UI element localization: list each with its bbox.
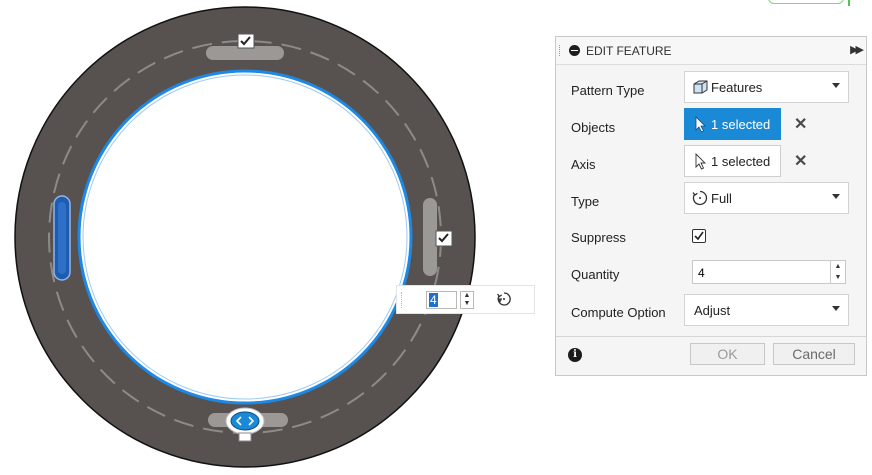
left-feature-handle[interactable] — [53, 195, 71, 281]
objects-label: Objects — [571, 120, 616, 135]
quantity-mini-toolbar: 4 ▲ ▼ ▼ — [396, 285, 535, 314]
suppress-checkbox[interactable] — [692, 229, 706, 243]
quantity-stepper[interactable]: ▲ ▼ — [830, 260, 846, 284]
dialog-grip[interactable] — [559, 45, 562, 56]
axis-label: Axis — [571, 157, 596, 172]
toolbar-grip[interactable] — [401, 292, 404, 308]
suppress-label: Suppress — [571, 230, 626, 245]
type-row: Type Full — [556, 182, 866, 220]
axis-row: Axis 1 selected ✕ — [556, 145, 866, 183]
suppress-row: Suppress — [556, 222, 866, 260]
double-chevron-right-icon[interactable]: ▶▶ — [850, 43, 864, 56]
compute-option-label: Compute Option — [571, 305, 666, 320]
pattern-type-label: Pattern Type — [571, 83, 645, 98]
mini-quantity-stepper[interactable]: ▲ ▼ — [460, 291, 474, 309]
feature-cube-icon — [693, 80, 708, 94]
objects-row: Objects 1 selected ✕ — [556, 108, 866, 146]
mini-quantity-value: 4 — [429, 293, 438, 307]
clear-axis-icon[interactable]: ✕ — [794, 151, 807, 171]
type-dropdown[interactable]: Full — [684, 182, 849, 214]
cancel-button[interactable]: Cancel — [773, 343, 855, 365]
chevron-down-icon — [832, 83, 840, 88]
edit-feature-dialog: EDIT FEATURE ▶▶ Pattern Type Features Ob… — [555, 36, 867, 376]
cursor-arrow-icon — [695, 116, 706, 133]
corner-indicator-tick — [848, 0, 850, 6]
full-circle-pattern-icon — [692, 190, 708, 206]
axis-value: 1 selected — [711, 154, 771, 169]
quantity-row: Quantity 4 ▲ ▼ — [556, 259, 866, 297]
pattern-type-row: Pattern Type Features — [556, 71, 866, 109]
cursor-arrow-icon — [695, 153, 707, 170]
full-circle-pattern-icon — [496, 292, 511, 306]
clear-objects-icon[interactable]: ✕ — [794, 114, 807, 134]
quantity-input[interactable]: 4 — [692, 260, 832, 284]
ok-button[interactable]: OK — [690, 343, 765, 365]
pattern-type-value: Features — [711, 80, 763, 95]
dialog-header[interactable]: EDIT FEATURE ▶▶ — [556, 37, 866, 65]
compute-option-row: Compute Option Adjust — [556, 294, 866, 332]
objects-select-button[interactable]: 1 selected — [684, 108, 781, 140]
objects-value: 1 selected — [711, 117, 771, 132]
collapse-icon[interactable] — [569, 45, 580, 56]
compute-option-value: Adjust — [694, 303, 731, 318]
corner-indicator — [768, 0, 844, 4]
check-icon — [694, 231, 704, 241]
chevron-down-icon — [832, 194, 840, 199]
pattern-type-dropdown[interactable]: Features — [684, 71, 849, 103]
quantity-label: Quantity — [571, 267, 620, 282]
dialog-footer: i OK Cancel — [556, 336, 866, 375]
type-label: Type — [571, 194, 600, 209]
mini-quantity-input[interactable]: 4 — [426, 291, 457, 309]
type-value: Full — [711, 191, 732, 206]
ring-hole-inner-edge — [82, 74, 408, 400]
mini-type-dropdown[interactable]: ▼ — [496, 291, 511, 307]
info-icon[interactable]: i — [568, 348, 582, 362]
dialog-title: EDIT FEATURE — [586, 44, 672, 58]
chevron-down-icon — [832, 306, 840, 311]
quantity-value: 4 — [698, 266, 705, 280]
axis-select-button[interactable]: 1 selected — [684, 145, 781, 177]
compute-option-dropdown[interactable]: Adjust — [684, 294, 849, 326]
